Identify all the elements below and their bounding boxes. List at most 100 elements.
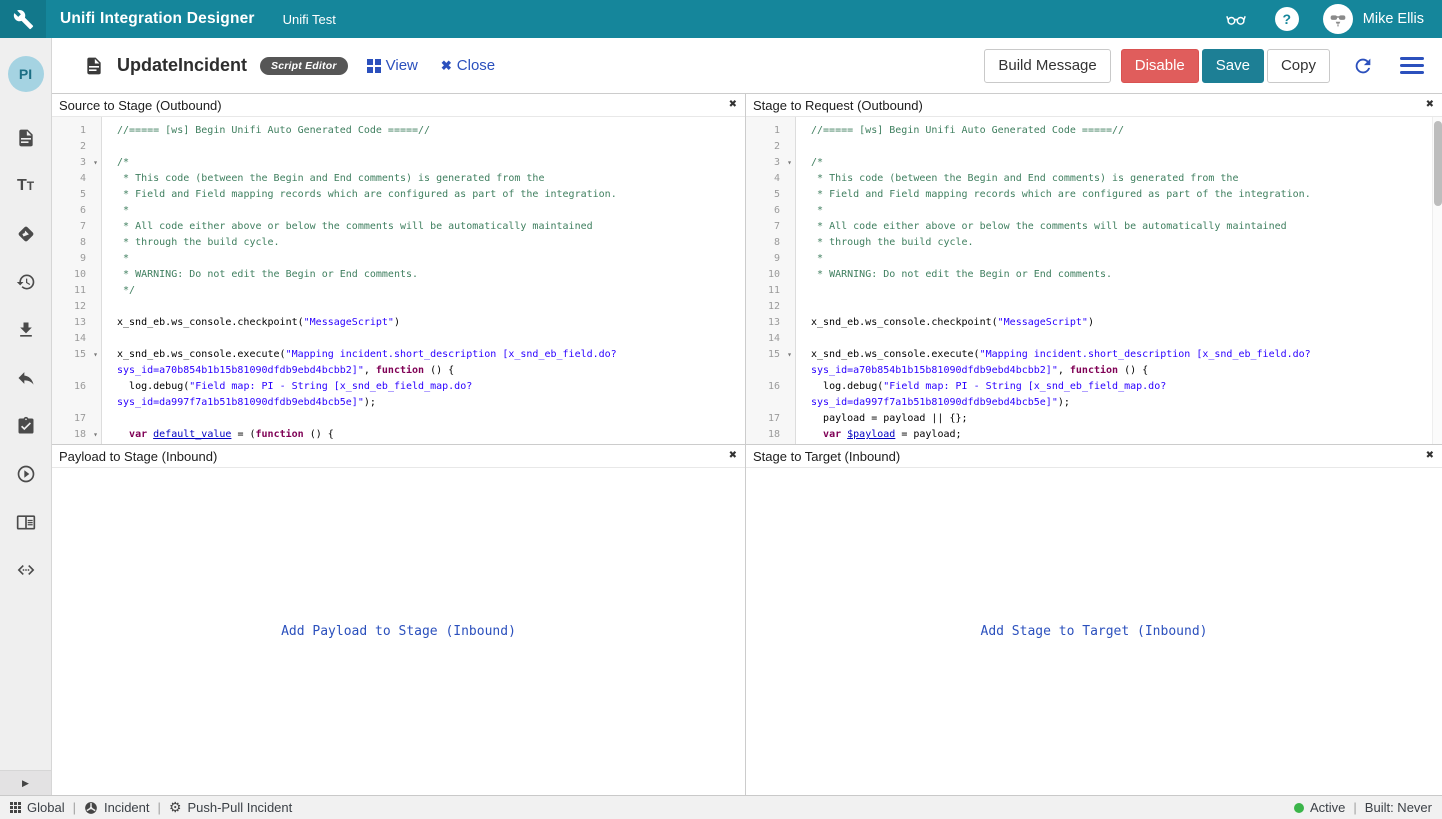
code-text[interactable]: log.debug("Field map: PI - String [x_snd… [102,379,745,411]
code-text[interactable]: log.debug("Field map: PI - String [x_snd… [796,379,1432,411]
fold-arrow-icon[interactable]: ▾ [783,155,796,171]
code-line[interactable]: 16 log.debug("Field map: PI - String [x_… [52,379,745,411]
code-text[interactable]: * WARNING: Do not edit the Begin or End … [102,267,745,283]
text-format-icon[interactable]: TT [16,176,36,196]
code-text[interactable] [102,411,745,427]
code-line[interactable]: 6 * [52,203,745,219]
code-line[interactable]: 5 * Field and Field mapping records whic… [52,187,745,203]
code-text[interactable]: */ [102,283,745,299]
user-menu[interactable]: Mike Ellis [1323,4,1424,34]
code-line[interactable]: 17 [52,411,745,427]
code-line[interactable]: 16 log.debug("Field map: PI - String [x_… [746,379,1432,411]
code-editor[interactable]: 1//===== [ws] Begin Unifi Auto Generated… [746,117,1442,444]
code-line[interactable]: 7 * All code either above or below the c… [746,219,1432,235]
code-text[interactable]: x_snd_eb.ws_console.checkpoint("MessageS… [796,315,1432,331]
close-record-button[interactable]: ✖ Close [441,57,495,74]
code-text[interactable]: //===== [ws] Begin Unifi Auto Generated … [102,123,745,139]
code-line[interactable]: 15▾x_snd_eb.ws_console.execute("Mapping … [52,347,745,379]
code-line[interactable]: 18▾ var default_value = (function () { [52,427,745,443]
process-item[interactable]: Incident [84,800,150,815]
code-line[interactable]: 1//===== [ws] Begin Unifi Auto Generated… [746,123,1432,139]
code-line[interactable]: 1//===== [ws] Begin Unifi Auto Generated… [52,123,745,139]
fold-arrow-icon[interactable]: ▾ [783,347,796,379]
code-line[interactable]: 8 * through the build cycle. [52,235,745,251]
copy-button[interactable]: Copy [1267,49,1330,83]
fold-arrow-icon[interactable]: ▾ [89,155,102,171]
code-line[interactable]: 12 [746,299,1432,315]
fold-arrow-icon[interactable]: ▾ [89,427,102,443]
code-line[interactable]: 12 [52,299,745,315]
integration-item[interactable]: ⚙ Push-Pull Incident [169,800,292,815]
code-text[interactable]: * This code (between the Begin and End c… [796,171,1432,187]
code-text[interactable]: /* [796,155,1432,171]
code-line[interactable]: 15▾x_snd_eb.ws_console.execute("Mapping … [746,347,1432,379]
code-line[interactable]: 9 * [746,251,1432,267]
code-line[interactable]: 2 [52,139,745,155]
code-text[interactable]: * through the build cycle. [796,235,1432,251]
scrollbar-track[interactable] [1432,117,1442,444]
code-text[interactable]: * Field and Field mapping records which … [102,187,745,203]
code-text[interactable] [102,299,745,315]
code-text[interactable] [796,283,1432,299]
code-text[interactable]: * All code either above or below the com… [102,219,745,235]
code-line[interactable]: 13x_snd_eb.ws_console.checkpoint("Messag… [746,315,1432,331]
view-button[interactable]: View [367,57,418,74]
panel-close-icon[interactable]: ✖ [729,451,737,461]
code-line[interactable]: 3▾/* [746,155,1432,171]
help-icon[interactable]: ? [1275,7,1299,31]
code-text[interactable]: payload = payload || {}; [796,411,1432,427]
glasses-icon[interactable] [1221,8,1251,30]
code-line[interactable]: 11 [746,283,1432,299]
code-text[interactable] [796,139,1432,155]
scrollbar-thumb[interactable] [1434,121,1442,206]
download-icon[interactable] [16,320,36,340]
code-line[interactable]: 14 [52,331,745,347]
code-line[interactable]: 11 */ [52,283,745,299]
code-line[interactable]: 4 * This code (between the Begin and End… [52,171,745,187]
code-line[interactable]: 2 [746,139,1432,155]
fold-arrow-icon[interactable]: ▾ [89,347,102,379]
add-payload-to-stage-link[interactable]: Add Payload to Stage (Inbound) [281,624,516,639]
code-text[interactable]: * WARNING: Do not edit the Begin or End … [796,267,1432,283]
tasks-icon[interactable] [16,416,36,436]
history-icon[interactable] [16,272,36,292]
integration-avatar[interactable]: PI [8,56,44,92]
document-icon[interactable] [16,128,36,148]
build-message-button[interactable]: Build Message [984,49,1110,83]
code-line[interactable]: 9 * [52,251,745,267]
code-line[interactable]: 10 * WARNING: Do not edit the Begin or E… [746,267,1432,283]
code-line[interactable]: 14 [746,331,1432,347]
wrench-icon[interactable] [0,0,46,38]
code-icon[interactable] [16,560,36,580]
refresh-icon[interactable] [1352,55,1374,77]
add-stage-to-target-link[interactable]: Add Stage to Target (Inbound) [981,624,1208,639]
run-icon[interactable] [16,464,36,484]
code-text[interactable]: * This code (between the Begin and End c… [102,171,745,187]
scope-item[interactable]: Global [10,800,65,815]
code-text[interactable]: * [102,203,745,219]
save-button[interactable]: Save [1202,49,1264,83]
reply-icon[interactable] [16,368,36,388]
code-line[interactable]: 4 * This code (between the Begin and End… [746,171,1432,187]
sidebar-expand-button[interactable]: ▶ [0,770,51,795]
code-text[interactable]: /* [102,155,745,171]
code-line[interactable]: 17 payload = payload || {}; [746,411,1432,427]
code-text[interactable]: * through the build cycle. [102,235,745,251]
code-text[interactable]: //===== [ws] Begin Unifi Auto Generated … [796,123,1432,139]
code-line[interactable]: 7 * All code either above or below the c… [52,219,745,235]
code-text[interactable]: x_snd_eb.ws_console.execute("Mapping inc… [102,347,745,379]
panel-close-icon[interactable]: ✖ [1426,451,1434,461]
code-text[interactable]: * [102,251,745,267]
code-text[interactable]: var default_value = (function () { [102,427,745,443]
code-text[interactable]: * [796,203,1432,219]
menu-icon[interactable] [1398,55,1426,76]
code-text[interactable]: var $payload = payload; [796,427,1432,443]
code-text[interactable] [796,331,1432,347]
documentation-icon[interactable] [16,512,36,532]
code-text[interactable]: x_snd_eb.ws_console.checkpoint("MessageS… [102,315,745,331]
code-text[interactable] [102,139,745,155]
code-text[interactable]: * Field and Field mapping records which … [796,187,1432,203]
code-line[interactable]: 18 var $payload = payload; [746,427,1432,443]
code-line[interactable]: 8 * through the build cycle. [746,235,1432,251]
code-text[interactable] [102,331,745,347]
